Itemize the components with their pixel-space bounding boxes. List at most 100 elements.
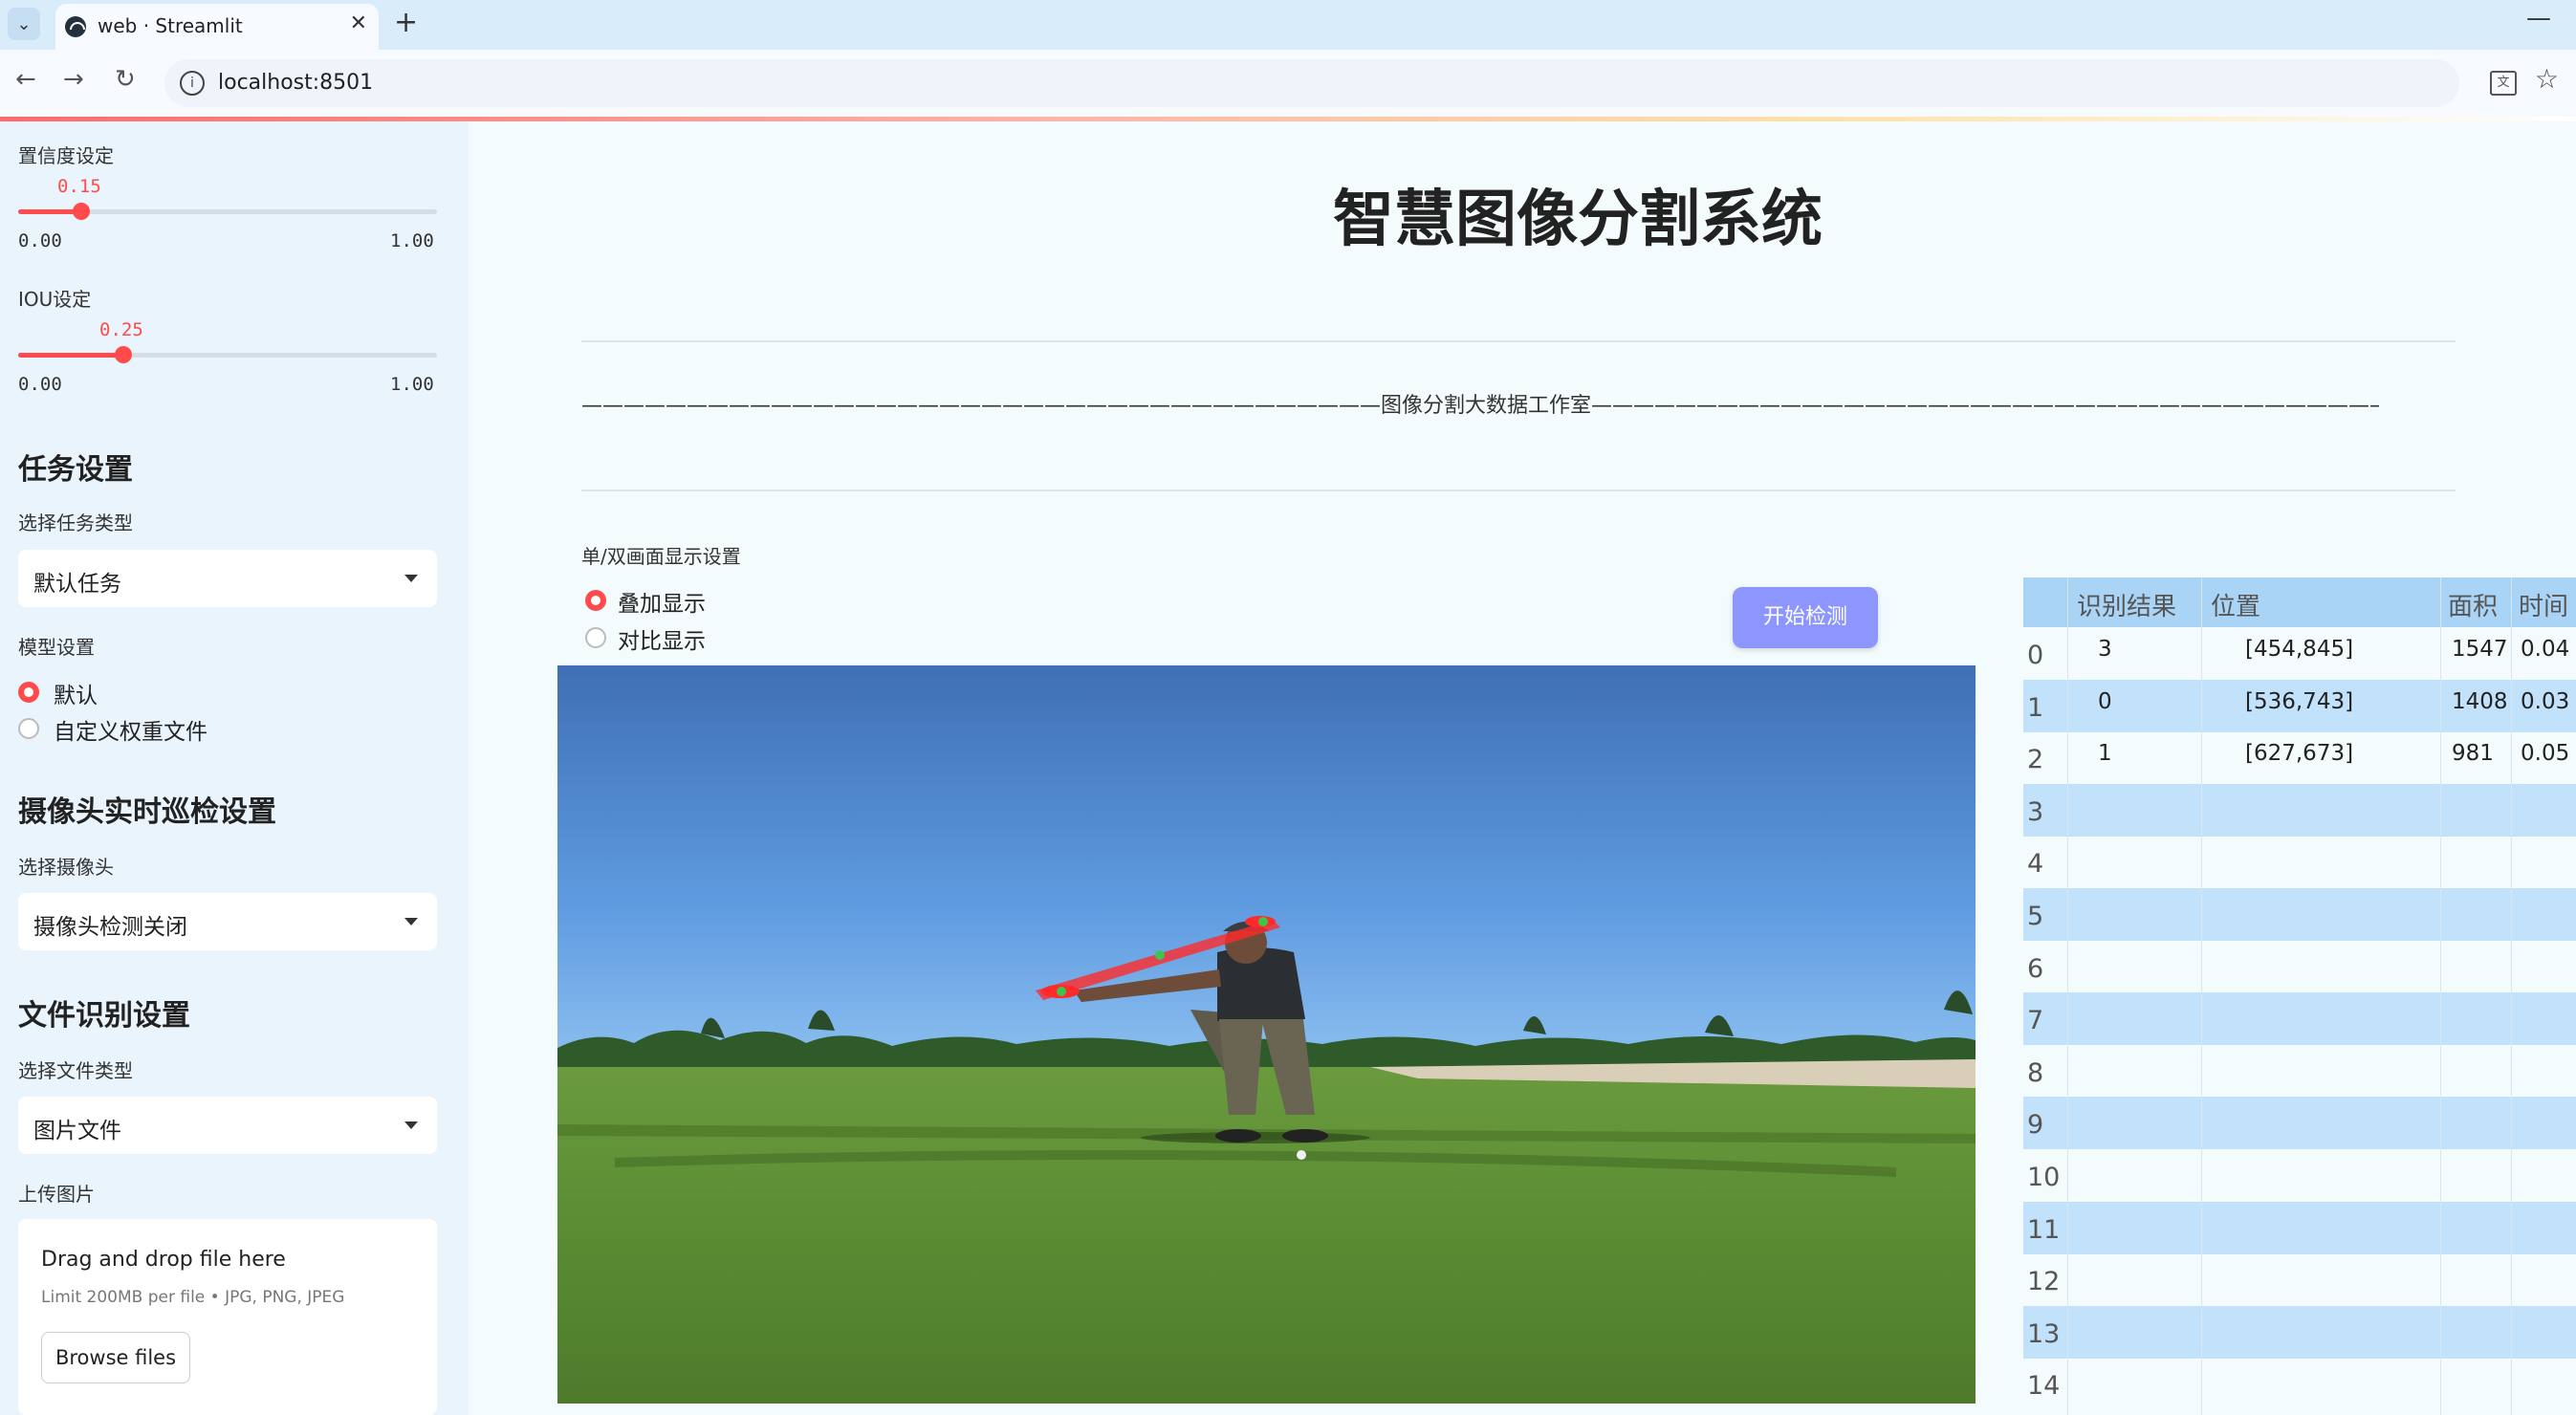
- translate-icon[interactable]: 文: [2490, 71, 2517, 96]
- tab-title: web · Streamlit: [98, 14, 243, 37]
- file-dropzone[interactable]: Drag and drop file here Limit 200MB per …: [18, 1219, 437, 1415]
- tab-list-chevron-icon[interactable]: ⌄: [8, 8, 40, 40]
- browse-files-button[interactable]: Browse files: [41, 1332, 190, 1383]
- url-text[interactable]: localhost:8501: [218, 71, 373, 95]
- bookmark-star-icon[interactable]: ☆: [2535, 63, 2559, 95]
- table-row[interactable]: 0 3 [454,845] 1547 0.04: [2023, 627, 2576, 680]
- confidence-label: 置信度设定: [18, 144, 114, 167]
- table-row[interactable]: 12: [2023, 1253, 2576, 1306]
- row-index: 6: [2027, 953, 2044, 984]
- task-type-value: 默认任务: [33, 572, 121, 597]
- file-type-value: 图片文件: [33, 1119, 121, 1143]
- model-option-default[interactable]: 默认: [54, 677, 98, 709]
- model-label: 模型设置: [18, 636, 95, 659]
- row-index: 9: [2027, 1110, 2044, 1141]
- browser-tab[interactable]: web · Streamlit ✕: [55, 4, 379, 50]
- header-area[interactable]: 面积: [2448, 587, 2498, 622]
- iou-max: 1.00: [390, 374, 434, 395]
- task-type-select[interactable]: 默认任务: [18, 550, 437, 607]
- start-detection-button[interactable]: 开始检测: [1733, 587, 1878, 648]
- row-index: 0: [2027, 641, 2044, 670]
- iou-slider-thumb[interactable]: [114, 346, 132, 363]
- forward-arrow-icon[interactable]: →: [63, 65, 84, 94]
- site-info-icon[interactable]: i: [180, 71, 205, 96]
- iou-value: 0.25: [99, 319, 143, 340]
- iou-slider[interactable]: [18, 346, 437, 363]
- confidence-slider[interactable]: [18, 203, 437, 220]
- upload-label: 上传图片: [18, 1183, 95, 1206]
- row-index: 4: [2027, 849, 2044, 880]
- table-row[interactable]: 10: [2023, 1149, 2576, 1202]
- row-index: 1: [2027, 692, 2044, 723]
- header-time[interactable]: 时间: [2519, 587, 2568, 622]
- display-option-overlay[interactable]: 叠加显示: [618, 585, 706, 618]
- column-divider: [2067, 577, 2068, 1415]
- model-option-custom[interactable]: 自定义权重文件: [54, 713, 207, 746]
- table-row[interactable]: 1 0 [536,743] 1408 0.03: [2023, 679, 2576, 732]
- file-type-select[interactable]: 图片文件: [18, 1097, 437, 1154]
- table-cell: [627,673]: [2245, 741, 2354, 767]
- table-row[interactable]: 9: [2023, 1097, 2576, 1150]
- display-radio-compare[interactable]: [585, 627, 606, 648]
- table-cell: [536,743]: [2245, 688, 2354, 714]
- reload-icon[interactable]: ↻: [115, 65, 136, 94]
- row-index: 7: [2027, 1006, 2044, 1036]
- row-index: 11: [2027, 1214, 2061, 1245]
- file-type-label: 选择文件类型: [18, 1059, 133, 1082]
- confidence-max: 1.00: [390, 230, 434, 251]
- table-row[interactable]: 14: [2023, 1358, 2576, 1410]
- confidence-min: 0.00: [18, 230, 62, 251]
- camera-value: 摄像头检测关闭: [33, 915, 187, 940]
- model-radio-default[interactable]: [18, 682, 39, 703]
- iou-label: IOU设定: [18, 288, 92, 311]
- chevron-down-icon: [404, 575, 418, 582]
- task-heading: 任务设置: [18, 453, 133, 487]
- tab-close-icon[interactable]: ✕: [350, 11, 367, 35]
- column-divider: [2511, 577, 2512, 1415]
- table-row[interactable]: 2 1 [627,673] 981 0.05: [2023, 731, 2576, 784]
- back-arrow-icon[interactable]: ←: [15, 65, 36, 94]
- display-option-compare[interactable]: 对比显示: [618, 622, 706, 655]
- detection-result-image: [557, 665, 1976, 1404]
- table-cell: 0.05: [2521, 741, 2570, 767]
- table-cell: 981: [2452, 741, 2494, 767]
- table-row[interactable]: 3: [2023, 783, 2576, 837]
- row-index: 3: [2027, 796, 2044, 827]
- table-row[interactable]: 6: [2023, 941, 2576, 993]
- dropzone-limit: Limit 200MB per file • JPG, PNG, JPEG: [41, 1288, 345, 1307]
- file-heading: 文件识别设置: [18, 999, 190, 1033]
- chevron-down-icon: [404, 918, 418, 925]
- table-cell: 0: [2098, 688, 2112, 714]
- table-cell: 1547: [2452, 637, 2508, 662]
- row-index: 14: [2027, 1371, 2061, 1402]
- table-header: 识别结果 位置 面积 时间: [2023, 577, 2576, 627]
- results-table[interactable]: 识别结果 位置 面积 时间 0 3 [454,845] 1547 0.04 1 0 [536,…: [2023, 577, 2576, 1415]
- header-position[interactable]: 位置: [2211, 587, 2260, 622]
- camera-select[interactable]: 摄像头检测关闭: [18, 893, 437, 950]
- camera-label: 选择摄像头: [18, 856, 114, 879]
- row-index: 12: [2027, 1267, 2061, 1297]
- display-radio-overlay[interactable]: [585, 590, 606, 611]
- chevron-down-icon: [404, 1121, 418, 1129]
- table-row[interactable]: 13: [2023, 1305, 2576, 1359]
- address-bar[interactable]: i localhost:8501: [164, 59, 2459, 107]
- display-mode-label: 单/双画面显示设置: [581, 545, 741, 568]
- row-index: 5: [2027, 902, 2044, 931]
- column-divider: [2440, 577, 2441, 1415]
- golf-swing-photo: [557, 665, 1976, 1404]
- model-radio-custom[interactable]: [18, 718, 39, 739]
- table-row[interactable]: 11: [2023, 1201, 2576, 1254]
- confidence-slider-thumb[interactable]: [72, 203, 90, 220]
- new-tab-plus-icon[interactable]: +: [394, 6, 418, 39]
- table-row[interactable]: 4: [2023, 836, 2576, 888]
- studio-divider-text: ——————————————————————————————————————图像…: [581, 394, 2379, 418]
- row-index: 10: [2027, 1163, 2061, 1192]
- table-cell: [454,845]: [2245, 637, 2354, 662]
- window-minimize-icon[interactable]: —: [2526, 4, 2551, 33]
- table-row[interactable]: 7: [2023, 992, 2576, 1046]
- table-cell: 3: [2098, 637, 2112, 662]
- row-index: 13: [2027, 1318, 2061, 1349]
- table-row[interactable]: 5: [2023, 888, 2576, 941]
- table-row[interactable]: 8: [2023, 1045, 2576, 1098]
- header-result[interactable]: 识别结果: [2077, 587, 2176, 622]
